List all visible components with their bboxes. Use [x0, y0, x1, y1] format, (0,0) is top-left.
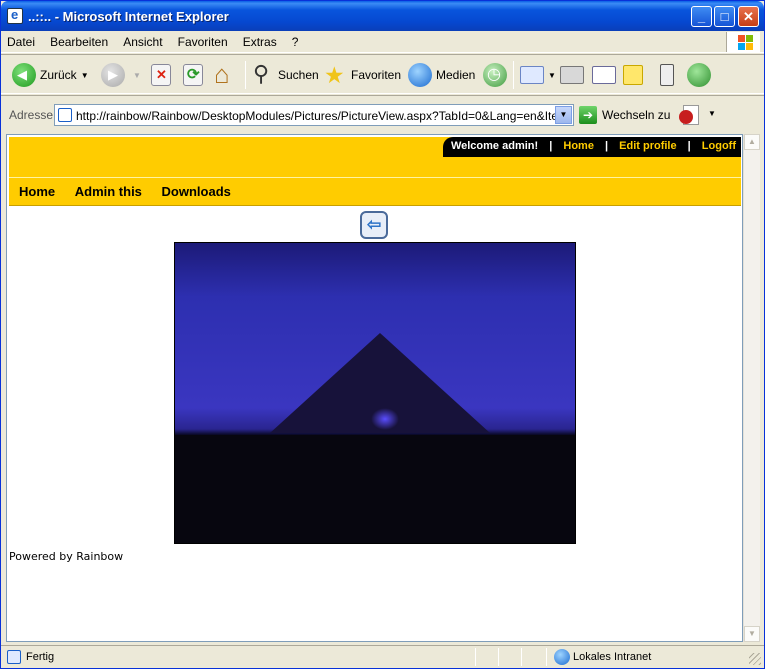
history-icon — [483, 63, 507, 87]
status-bar: Fertig Lokales Intranet — [1, 645, 764, 668]
mail-button[interactable]: ▼ — [520, 61, 556, 89]
site-header: Welcome admin! | Home | Edit profile | L… — [9, 137, 741, 206]
back-arrow-icon — [12, 63, 36, 87]
search-button[interactable]: Suchen — [250, 61, 319, 89]
vertical-scrollbar[interactable]: ▲ ▼ — [743, 134, 760, 642]
ground-shape — [175, 435, 575, 543]
close-button[interactable]: ✕ — [738, 6, 759, 27]
menu-help[interactable]: ? — [286, 31, 305, 49]
nav-admin-this[interactable]: Admin this — [75, 184, 142, 199]
welcome-bar: Welcome admin! | Home | Edit profile | L… — [442, 137, 741, 157]
page-favicon-icon — [58, 108, 72, 122]
header-link-home[interactable]: Home — [563, 140, 594, 152]
main-nav: Home Admin this Downloads — [9, 184, 237, 199]
menu-favoriten[interactable]: Favoriten — [172, 31, 234, 49]
toolbar-separator — [245, 61, 246, 89]
back-button[interactable]: Zurück ▼ — [12, 61, 89, 89]
status-text: Fertig — [26, 651, 55, 663]
address-input[interactable]: http://rainbow/Rainbow/DesktopModules/Pi… — [54, 104, 574, 126]
media-icon — [408, 63, 432, 87]
address-dropdown-icon[interactable]: ▼ — [555, 106, 572, 124]
forward-button[interactable]: ▼ — [101, 61, 141, 89]
forward-arrow-icon — [101, 63, 125, 87]
header-link-logoff[interactable]: Logoff — [702, 140, 736, 152]
go-label: Wechseln zu — [602, 108, 671, 122]
pdf-dropdown-icon[interactable]: ▼ — [708, 109, 716, 118]
windows-logo-icon — [726, 32, 760, 52]
maximize-button[interactable]: □ — [714, 6, 735, 27]
header-link-edit-profile[interactable]: Edit profile — [619, 140, 676, 152]
menu-ansicht[interactable]: Ansicht — [117, 31, 168, 49]
ie-page-icon — [7, 7, 23, 24]
status-divider — [546, 648, 547, 666]
nav-home[interactable]: Home — [19, 184, 55, 199]
welcome-text: Welcome admin! — [450, 140, 539, 152]
status-divider — [498, 648, 499, 666]
go-arrow-icon: ➔ — [579, 106, 597, 124]
back-dropdown-icon[interactable]: ▼ — [81, 71, 89, 80]
status-divider — [475, 648, 476, 666]
home-icon — [213, 59, 237, 90]
mail-dropdown-icon[interactable]: ▼ — [548, 71, 556, 80]
address-url[interactable]: http://rainbow/Rainbow/DesktopModules/Pi… — [76, 109, 556, 123]
pdf-button[interactable] — [677, 102, 703, 128]
acrobat-icon — [679, 110, 693, 124]
light-glow — [371, 408, 399, 430]
edit-button[interactable] — [592, 61, 620, 89]
header-divider — [9, 177, 741, 178]
messenger-button[interactable] — [687, 61, 715, 89]
edit-page-icon — [592, 66, 616, 84]
status-divider — [521, 648, 522, 666]
title-bar[interactable]: ..::.. - Microsoft Internet Explorer _ □… — [1, 1, 764, 31]
print-button[interactable] — [560, 61, 588, 89]
printer-icon — [560, 66, 584, 84]
stop-button[interactable] — [151, 61, 175, 89]
address-label: Adresse — [9, 108, 54, 122]
picture-image — [174, 242, 576, 544]
favorites-label: Favoriten — [351, 68, 402, 82]
refresh-button[interactable] — [183, 61, 207, 89]
messenger-icon — [687, 63, 711, 87]
security-zone-text: Lokales Intranet — [573, 651, 652, 663]
mail-icon — [520, 66, 544, 84]
search-icon — [250, 61, 274, 87]
menu-datei[interactable]: Datei — [1, 31, 41, 49]
minimize-button[interactable]: _ — [691, 6, 712, 27]
forward-dropdown-icon[interactable]: ▼ — [133, 71, 141, 80]
sticky-note-icon — [623, 65, 643, 85]
refresh-icon — [183, 64, 203, 86]
picture-back-button[interactable] — [360, 211, 388, 239]
media-button[interactable]: Medien — [408, 61, 475, 89]
page-viewport: Welcome admin! | Home | Edit profile | L… — [6, 134, 743, 642]
scroll-down-icon[interactable]: ▼ — [744, 626, 760, 642]
scroll-up-icon[interactable]: ▲ — [744, 134, 760, 150]
menu-bar: Datei Bearbeiten Ansicht Favoriten Extra… — [1, 31, 764, 53]
stop-icon — [151, 64, 171, 86]
favorites-button[interactable]: Favoriten — [323, 61, 401, 89]
media-label: Medien — [436, 68, 476, 82]
device-button[interactable] — [660, 61, 678, 89]
search-label: Suchen — [278, 68, 319, 82]
toolbar-separator — [513, 61, 514, 89]
standard-toolbar: Zurück ▼ ▼ Suchen Favoriten Medien — [1, 54, 764, 94]
back-label: Zurück — [40, 68, 77, 82]
powered-by-footer: Powered by Rainbow — [9, 550, 124, 563]
nav-downloads[interactable]: Downloads — [162, 184, 231, 199]
intranet-zone-icon — [554, 649, 570, 665]
go-button[interactable]: ➔ Wechseln zu — [579, 106, 670, 124]
star-icon — [323, 62, 347, 89]
resize-grip[interactable] — [749, 653, 761, 665]
address-bar: Adresse http://rainbow/Rainbow/DesktopMo… — [1, 95, 764, 133]
home-button[interactable] — [213, 59, 241, 90]
device-icon — [660, 64, 674, 86]
history-button[interactable] — [483, 61, 511, 89]
ie-window: ..::.. - Microsoft Internet Explorer _ □… — [0, 0, 765, 669]
menu-extras[interactable]: Extras — [237, 31, 283, 49]
menu-bearbeiten[interactable]: Bearbeiten — [44, 31, 114, 49]
page-status-icon — [7, 650, 21, 664]
discuss-button[interactable] — [623, 61, 647, 89]
window-title: ..::.. - Microsoft Internet Explorer — [28, 9, 229, 24]
